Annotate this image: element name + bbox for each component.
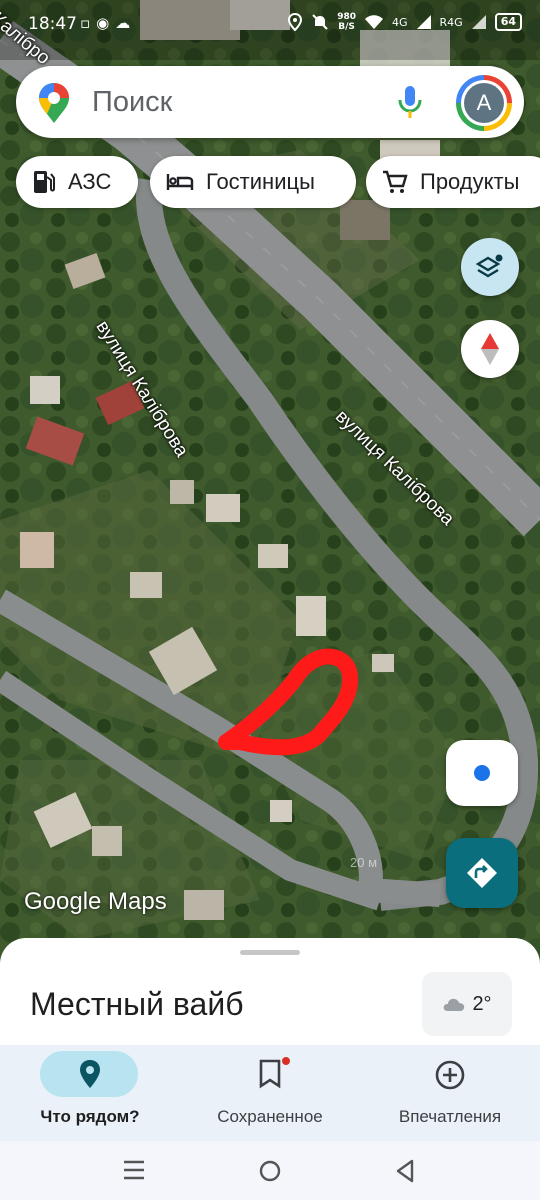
weather-card[interactable]: 2°	[422, 972, 512, 1036]
chip-label: Продукты	[420, 169, 520, 194]
compass-button[interactable]	[461, 320, 519, 378]
search-input[interactable]	[92, 80, 382, 124]
nav-label: Что рядом?	[40, 1107, 140, 1126]
bed-icon	[166, 174, 194, 190]
directions-icon	[467, 858, 497, 888]
google-maps-logo: Google Maps	[24, 888, 167, 915]
account-avatar[interactable]: A	[456, 75, 512, 131]
weather-temperature: 2°	[472, 992, 492, 1015]
network-type-2: R4G	[439, 15, 463, 29]
my-location-icon	[474, 765, 490, 781]
nav-label: Сохраненное	[217, 1107, 323, 1126]
drag-handle[interactable]	[240, 950, 300, 955]
layers-button[interactable]	[461, 238, 519, 296]
home-icon[interactable]	[258, 1159, 282, 1183]
net-speed-unit: B/S	[338, 22, 355, 32]
cloud-icon	[444, 998, 465, 1011]
menu-icon[interactable]	[122, 1159, 146, 1181]
chip-label: Гостиницы	[206, 169, 315, 194]
notification-icons: ▫◉☁	[80, 14, 136, 32]
chip-gas-stations[interactable]: АЗС	[16, 156, 138, 208]
layers-icon	[475, 254, 503, 278]
gas-station-icon	[34, 171, 55, 193]
map-imagery	[0, 0, 540, 960]
notification-dot	[282, 1057, 290, 1065]
bottom-navigation: Что рядом? Сохраненное Впечатления	[0, 1045, 540, 1141]
location-status-icon	[288, 13, 303, 31]
scale-bar: 20 м	[350, 855, 378, 870]
net-speed-value: 980	[337, 12, 356, 22]
cart-icon	[383, 170, 408, 193]
chip-label: АЗС	[68, 169, 112, 194]
nav-saved[interactable]: Сохраненное	[180, 1045, 360, 1141]
system-navigation-bar	[0, 1141, 540, 1200]
satellite-map[interactable]: Калібро вулиця Каліброва вулиця Калібров…	[0, 0, 540, 960]
weather-icon: ☁	[115, 14, 137, 32]
back-icon[interactable]	[394, 1159, 416, 1183]
chip-hotels[interactable]: Гостиницы	[150, 156, 356, 208]
directions-button[interactable]	[446, 838, 518, 908]
chip-groceries[interactable]: Продукты	[366, 156, 540, 208]
sheet-title: Местный вайб	[30, 986, 244, 1022]
net-speed: 980 B/S	[337, 12, 356, 32]
google-maps-pin-icon	[39, 83, 69, 123]
message-icon: ◉	[96, 14, 116, 32]
signal-icon-1	[416, 15, 431, 29]
status-bar: 18:47 ▫◉☁ 980 B/S 4G R4G 64	[0, 0, 540, 50]
battery-indicator: 64	[494, 13, 522, 31]
system-status: 980 B/S 4G R4G 64	[287, 12, 522, 32]
vpn-icon: ▫	[80, 14, 97, 32]
compass-icon	[481, 333, 499, 365]
bottom-sheet[interactable]: Местный вайб 2°	[0, 938, 540, 1048]
nav-explore[interactable]: Что рядом?	[0, 1045, 180, 1141]
mute-icon	[312, 14, 328, 30]
wifi-icon	[364, 15, 383, 29]
nav-label: Впечатления	[398, 1107, 502, 1126]
add-circle-icon	[435, 1060, 465, 1090]
bookmark-icon	[259, 1059, 281, 1089]
nav-contribute[interactable]: Впечатления	[360, 1045, 540, 1141]
location-pin-icon	[80, 1060, 100, 1088]
clock: 18:47	[28, 14, 77, 34]
signal-icon-2	[471, 15, 486, 29]
network-type-1: 4G	[391, 15, 408, 29]
avatar-letter: A	[464, 83, 504, 123]
search-bar[interactable]: A	[16, 66, 524, 138]
microphone-icon[interactable]	[398, 84, 422, 120]
my-location-button[interactable]	[446, 740, 518, 806]
